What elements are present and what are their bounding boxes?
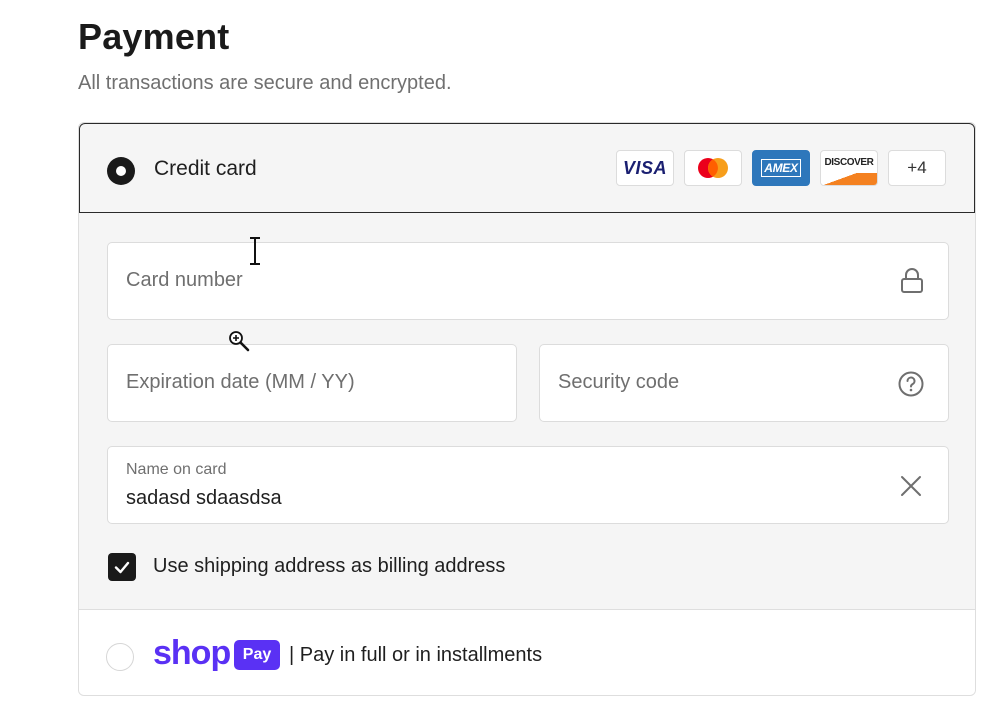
expiration-date-field[interactable]: Expiration date (MM / YY): [107, 344, 517, 422]
text-cursor-icon: [248, 236, 262, 271]
discover-stripe: [821, 173, 877, 185]
name-on-card-label: Name on card: [126, 461, 227, 478]
credit-card-radio[interactable]: [107, 157, 135, 185]
clear-x-icon[interactable]: [900, 475, 922, 502]
amex-logo: AMEX: [752, 150, 810, 186]
security-code-placeholder: Security code: [558, 371, 680, 393]
credit-card-option[interactable]: Credit card VISA AMEX DISCOVER +4: [79, 123, 975, 213]
billing-address-checkbox[interactable]: [108, 553, 136, 581]
shop-pay-logo: shop: [153, 634, 231, 672]
payment-methods-panel: Credit card VISA AMEX DISCOVER +4 Card n…: [78, 122, 976, 696]
security-code-field[interactable]: Security code: [539, 344, 949, 422]
more-cards-badge: +4: [888, 150, 946, 186]
zoom-in-cursor-icon: [228, 330, 250, 357]
amex-logo-text: AMEX: [761, 159, 801, 177]
mastercard-logo: [684, 150, 742, 186]
visa-logo: VISA: [616, 150, 674, 186]
name-on-card-value: sadasd sdaasdsa: [126, 487, 282, 509]
page-subtitle: All transactions are secure and encrypte…: [78, 72, 452, 94]
billing-address-label: Use shipping address as billing address: [153, 555, 506, 577]
credit-card-label: Credit card: [154, 157, 257, 180]
expiration-placeholder: Expiration date (MM / YY): [126, 371, 355, 393]
checkmark-icon: [114, 561, 130, 574]
shop-pay-option[interactable]: shop Pay | Pay in full or in installment…: [79, 609, 975, 695]
card-logos: VISA AMEX DISCOVER +4: [616, 150, 946, 186]
help-circle-icon[interactable]: [898, 371, 924, 402]
discover-logo: DISCOVER: [820, 150, 878, 186]
lock-icon: [900, 268, 924, 299]
name-on-card-field[interactable]: Name on card sadasd sdaasdsa: [107, 446, 949, 524]
page-title: Payment: [78, 16, 230, 57]
shop-pay-badge: Pay: [234, 640, 280, 670]
card-number-field[interactable]: Card number: [107, 242, 949, 320]
card-number-placeholder: Card number: [126, 269, 243, 291]
shop-pay-description: | Pay in full or in installments: [289, 644, 543, 666]
discover-logo-text: DISCOVER: [824, 156, 874, 168]
shop-pay-radio[interactable]: [106, 643, 134, 671]
